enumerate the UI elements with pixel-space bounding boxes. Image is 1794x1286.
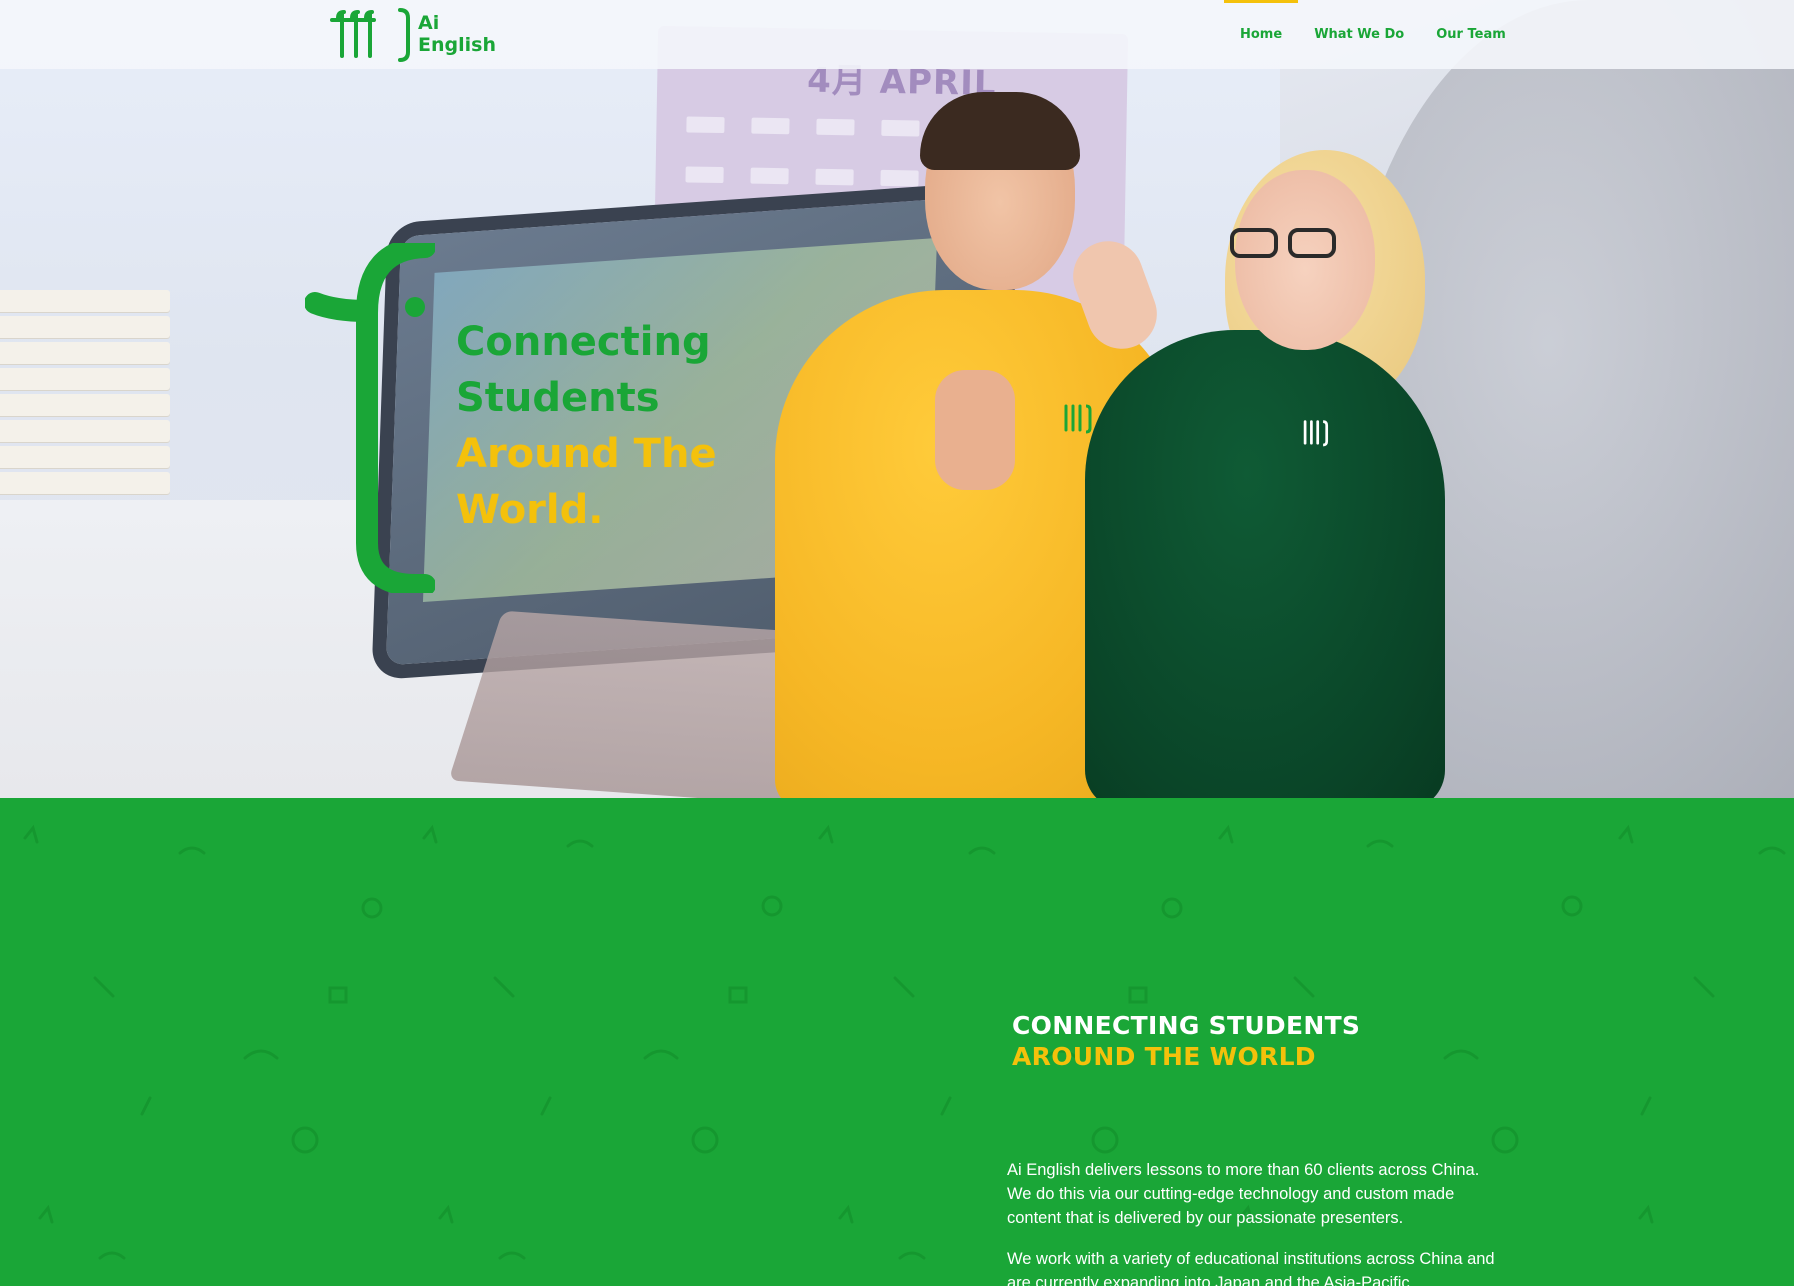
hero-headline-line4: World. — [456, 487, 604, 533]
site-logo[interactable]: Ai English — [330, 8, 500, 62]
logo-text-line1: Ai — [418, 12, 440, 34]
hero-headline-line3: Around The — [456, 431, 717, 477]
about-heading: CONNECTING STUDENTS AROUND THE WORLD — [1012, 1010, 1360, 1072]
logo-mark-icon — [330, 8, 410, 62]
glasses-icon — [1230, 228, 1340, 258]
main-nav: Home What We Do Our Team — [1224, 0, 1522, 69]
hero-background-books — [0, 270, 180, 590]
about-heading-line1: CONNECTING STUDENTS — [1012, 1011, 1361, 1040]
brand-bracket-icon — [305, 243, 435, 593]
hero-headline-line1: Connecting — [456, 319, 711, 365]
nav-item-our-team[interactable]: Our Team — [1420, 0, 1522, 69]
about-heading-line2: AROUND THE WORLD — [1012, 1042, 1316, 1071]
about-paragraph-2: We work with a variety of educational in… — [1007, 1250, 1495, 1286]
hero-headline: Connecting Students Around The World. — [456, 314, 717, 538]
about-section: CONNECTING STUDENTS AROUND THE WORLD Ai … — [0, 798, 1794, 1286]
about-paragraph-1: Ai English delivers lessons to more than… — [1007, 1161, 1480, 1227]
presenter-woman-head — [1235, 170, 1375, 350]
background-pattern — [23, 824, 1786, 1260]
hero-section: 4月 APRIL Connecting Students Around The … — [0, 0, 1794, 798]
logo-text-line2: English — [418, 34, 496, 56]
shirt-logo-icon — [1064, 404, 1092, 434]
about-body: Ai English delivers lessons to more than… — [1007, 1158, 1497, 1286]
presenter-woman-green-shirt — [1085, 330, 1445, 798]
logo-wordmark: Ai English — [418, 12, 498, 56]
nav-item-home[interactable]: Home — [1224, 0, 1299, 69]
shirt-logo-icon — [1303, 420, 1329, 447]
hero-headline-line2: Students — [456, 375, 660, 421]
nav-item-what-we-do[interactable]: What We Do — [1298, 0, 1420, 69]
thumbs-up-hand — [935, 370, 1015, 490]
top-navbar: Ai English Home What We Do Our Team — [0, 0, 1794, 69]
